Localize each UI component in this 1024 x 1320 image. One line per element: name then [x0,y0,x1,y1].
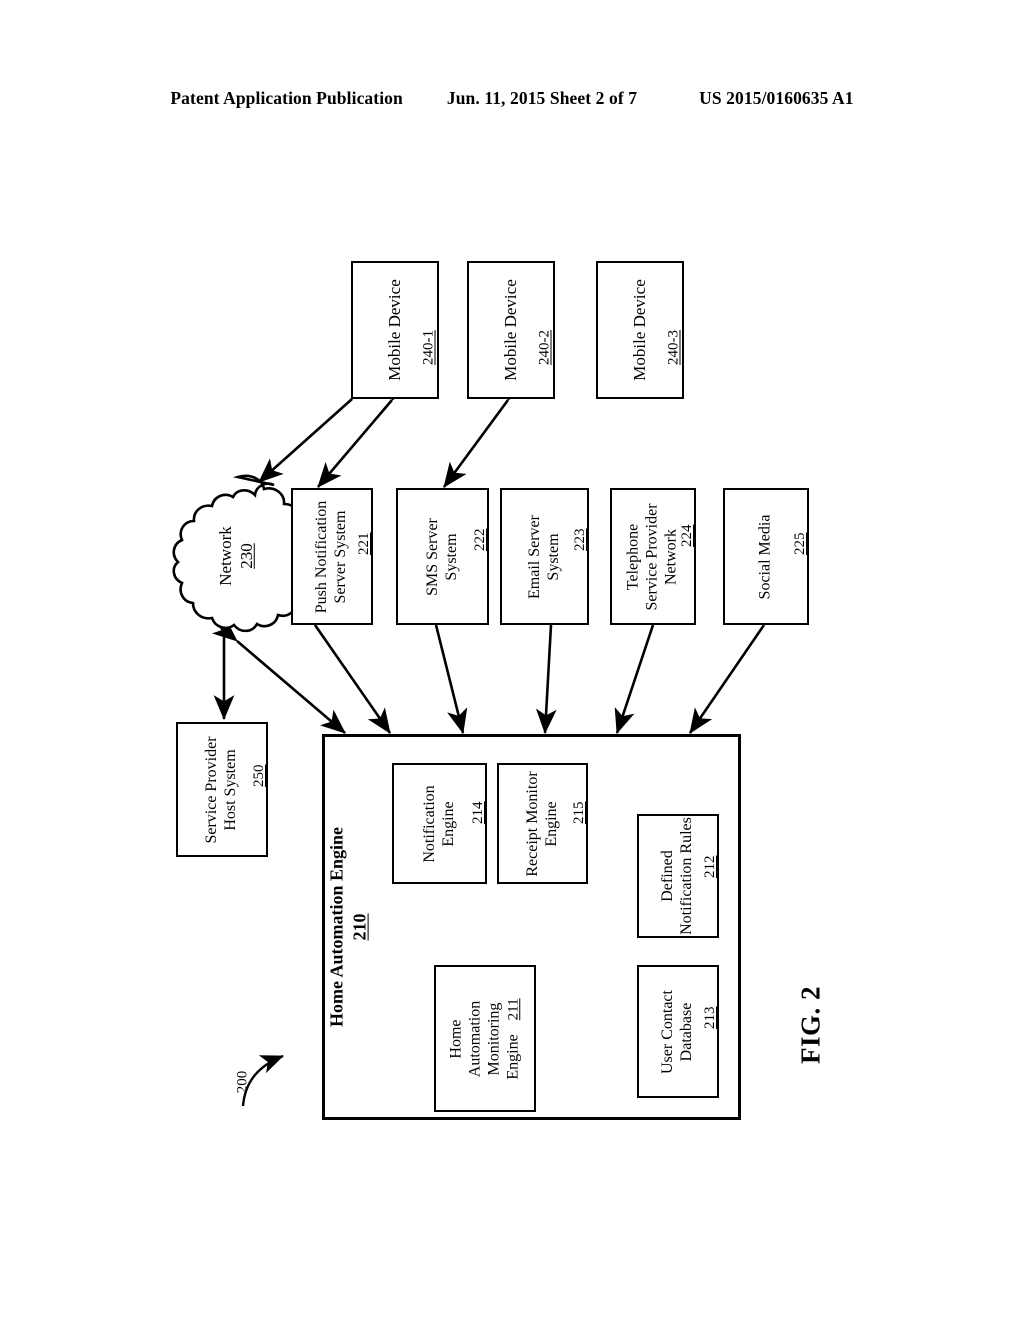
mobile-device-240-3-box[interactable]: Mobile Device 240-3 [596,261,684,399]
component-line-2: Engine [542,800,560,847]
receipt-monitor-engine-box[interactable]: Receipt Monitor Engine 215 [497,763,588,884]
service-provider-host-system-ref: 250 [250,764,267,788]
social-media-label: Social Media [757,514,776,599]
service-provider-host-system-box[interactable]: Service Provider Host System 250 [176,722,268,857]
component-line-2: Notification Rules [678,817,695,935]
mobile-device-label: Mobile Device [500,279,520,381]
mobile-device-240-1-box[interactable]: Mobile Device 240-1 [351,261,439,399]
service-line-2: Service Provider [643,502,661,611]
figure-label: FIG. 2 [795,985,826,1065]
network-label: Network [215,526,235,586]
service-line-2: Server System [332,510,349,603]
telephone-service-provider-network-label: Telephone Service Provider Network [625,503,682,610]
defined-notification-rules-label: Defined Notification Rules [659,817,697,935]
home-automation-monitoring-engine-box[interactable]: Home Automation Monitoring Engine 211 [434,965,536,1112]
component-line-2: Automation [466,1000,484,1077]
connector-arrows [172,374,787,1107]
home-automation-engine-title: Home Automation Engine 210 [326,827,373,1027]
service-line-1: Push Notification [313,500,331,613]
mobile-device-240-3-ref: 240-3 [665,330,682,365]
mobile-device-240-1-label: Mobile Device [385,279,405,381]
mobile-device-240-1-ref: 240-1 [420,330,437,365]
service-line-1: Telephone [624,523,642,590]
receipt-monitor-engine-ref: 215 [570,801,587,825]
push-notification-server-system-label: Push Notification Server System [313,500,351,612]
push-notification-server-system-ref: 221 [355,532,372,556]
service-line-3: Network [662,528,680,585]
service-line-1: Email Server [525,514,543,599]
telephone-service-provider-network-box[interactable]: Telephone Service Provider Network 224 [610,488,696,625]
defined-notification-rules-box[interactable]: Defined Notification Rules 212 [637,814,719,938]
user-contact-database-label: User Contact Database [659,990,697,1074]
social-media-ref: 225 [791,532,808,556]
push-notification-server-system-box[interactable]: Push Notification Server System 221 [291,488,373,625]
sms-server-system-ref: 222 [471,528,488,552]
component-line-3: Monitoring [485,1002,502,1075]
email-server-system-box[interactable]: Email Server System 223 [500,488,589,625]
service-line-2: System [544,532,562,581]
receipt-monitor-engine-label: Receipt Monitor Engine [524,771,562,876]
figure-2-diagram: Network 230 Mobile Device 240-1 Mobile D… [0,0,1024,1320]
service-provider-line-1: Service Provider [203,735,221,844]
home-automation-monitoring-engine-label: Home Automation Monitoring Engine 211 [447,998,523,1079]
mobile-device-label: Mobile Device [629,279,649,381]
patent-page: Patent Application Publication Jun. 11, … [0,0,1024,1320]
engine-ref: 210 [350,913,370,941]
component-line-4-row: Engine 211 [504,998,523,1079]
engine-title-text: Home Automation Engine [326,826,347,1028]
mobile-device-240-2-label: Mobile Device [501,279,521,381]
mobile-device-label: Mobile Device [384,279,404,381]
component-line-1: User Contact [659,989,677,1074]
service-provider-host-system-label: Service Provider Host System [203,736,241,843]
notification-engine-box[interactable]: Notification Engine 214 [392,763,487,884]
sms-server-system-box[interactable]: SMS Server System 222 [396,488,489,625]
service-line-2: System [442,532,460,581]
user-contact-database-box[interactable]: User Contact Database 213 [637,965,719,1098]
component-line-1: Defined [659,850,677,902]
telephone-service-provider-network-ref: 224 [678,524,695,548]
system-callout-200: 200 [234,1070,251,1094]
home-automation-monitoring-engine-ref: 211 [504,997,521,1020]
notification-engine-ref: 214 [469,801,486,825]
social-media-box[interactable]: Social Media 225 [723,488,809,625]
component-line-1: Home [447,1018,465,1059]
network-cloud-label: Network 230 [215,526,258,585]
mobile-device-240-3-label: Mobile Device [630,279,650,381]
component-line-2: Engine [439,800,457,847]
network-ref: 230 [237,543,256,569]
mobile-device-240-2-box[interactable]: Mobile Device 240-2 [467,261,555,399]
email-server-system-ref: 223 [571,528,588,552]
mobile-device-240-2-ref: 240-2 [536,330,553,365]
service-line-1: SMS Server [423,517,441,596]
email-server-system-label: Email Server System [526,515,564,599]
user-contact-database-ref: 213 [701,1006,718,1030]
component-line-2: Database [678,1002,695,1061]
service-provider-line-2: Host System [222,748,239,831]
notification-engine-label: Notification Engine [421,785,459,862]
component-line-1: Receipt Monitor [523,770,541,877]
component-line-1: Notification [420,784,438,863]
sms-server-system-label: SMS Server System [424,518,462,596]
service-line-1: Social Media [756,514,774,599]
defined-notification-rules-ref: 212 [701,855,718,879]
component-line-4: Engine [503,1033,521,1080]
